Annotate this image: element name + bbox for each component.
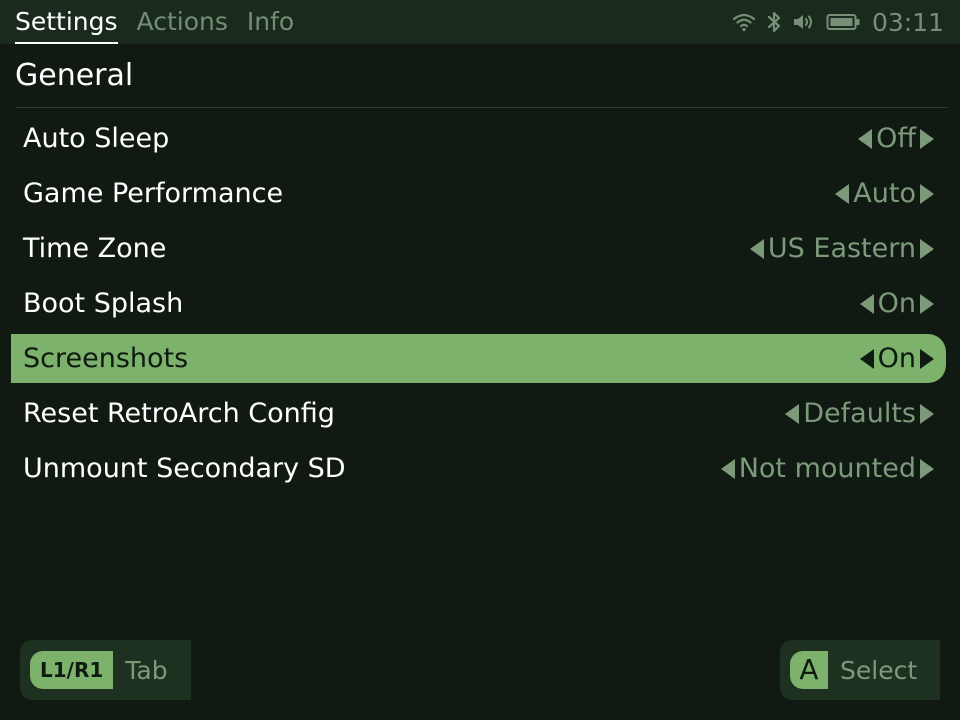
value-selector[interactable]: US Eastern (749, 224, 934, 273)
settings-list: Auto Sleep Off Game Performance Auto Tim… (11, 114, 946, 499)
setting-value: US Eastern (767, 233, 916, 264)
setting-label: Time Zone (23, 233, 167, 264)
arrow-right-icon[interactable] (920, 183, 934, 204)
wifi-icon (732, 12, 756, 32)
value-selector[interactable]: On (859, 334, 934, 383)
arrow-left-icon[interactable] (720, 458, 735, 479)
setting-value: On (877, 288, 916, 319)
value-selector[interactable]: Auto (835, 169, 934, 218)
value-selector[interactable]: Defaults (785, 389, 934, 438)
bluetooth-icon (766, 10, 782, 34)
arrow-right-icon[interactable] (920, 403, 934, 424)
setting-label: Unmount Secondary SD (23, 453, 346, 484)
setting-game-performance[interactable]: Game Performance Auto (11, 169, 946, 218)
setting-value: Auto (853, 178, 916, 209)
status-area: 03:11 (722, 0, 944, 44)
arrow-left-icon[interactable] (835, 183, 850, 204)
tab-bar: Settings Actions Info (15, 0, 313, 44)
setting-time-zone[interactable]: Time Zone US Eastern (11, 224, 946, 273)
setting-auto-sleep[interactable]: Auto Sleep Off (11, 114, 946, 163)
clock: 03:11 (871, 7, 944, 37)
volume-icon (792, 12, 816, 32)
setting-label: Auto Sleep (23, 123, 170, 154)
setting-value: Not mounted (738, 453, 916, 484)
top-bar: Settings Actions Info 03:11 (0, 0, 960, 44)
a-button[interactable]: A (790, 651, 828, 689)
setting-boot-splash[interactable]: Boot Splash On (11, 279, 946, 328)
l1-r1-button[interactable]: L1/R1 (30, 651, 114, 689)
hint-tab: L1/R1 Tab (20, 640, 191, 700)
arrow-left-icon[interactable] (858, 128, 873, 149)
tab-settings[interactable]: Settings (15, 0, 118, 44)
settings-screen: Settings Actions Info 03:11 General Auto… (0, 0, 960, 720)
section-divider (15, 107, 948, 108)
setting-value: Off (876, 123, 916, 154)
setting-screenshots[interactable]: Screenshots On (11, 334, 946, 383)
arrow-left-icon[interactable] (859, 348, 874, 369)
tab-info[interactable]: Info (247, 0, 294, 44)
arrow-right-icon[interactable] (920, 348, 934, 369)
value-selector[interactable]: Not mounted (720, 444, 934, 493)
value-selector[interactable]: On (859, 279, 934, 328)
arrow-right-icon[interactable] (920, 458, 934, 479)
setting-reset-retroarch-config[interactable]: Reset RetroArch Config Defaults (11, 389, 946, 438)
setting-value: Defaults (803, 398, 916, 429)
hint-tab-label: Tab (125, 655, 168, 685)
hint-select: A Select (780, 640, 940, 700)
section-title: General (15, 58, 134, 93)
setting-value: On (877, 343, 916, 374)
tab-actions[interactable]: Actions (137, 0, 228, 44)
hint-select-label: Select (840, 655, 918, 685)
arrow-right-icon[interactable] (920, 238, 934, 259)
setting-label: Game Performance (23, 178, 284, 209)
setting-label: Reset RetroArch Config (23, 398, 335, 429)
setting-label: Screenshots (23, 343, 189, 374)
setting-unmount-secondary-sd[interactable]: Unmount Secondary SD Not mounted (11, 444, 946, 493)
battery-icon (826, 12, 860, 32)
arrow-right-icon[interactable] (920, 293, 934, 314)
arrow-left-icon[interactable] (749, 238, 764, 259)
arrow-right-icon[interactable] (920, 128, 934, 149)
arrow-left-icon[interactable] (785, 403, 800, 424)
value-selector[interactable]: Off (858, 114, 934, 163)
arrow-left-icon[interactable] (859, 293, 874, 314)
setting-label: Boot Splash (23, 288, 184, 319)
